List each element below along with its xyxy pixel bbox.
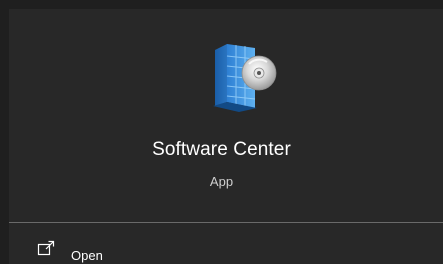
open-action[interactable]: Open [9, 237, 443, 264]
software-center-icon [213, 44, 277, 112]
open-label: Open [71, 248, 103, 263]
open-external-icon [37, 240, 55, 256]
app-name: Software Center [152, 139, 291, 160]
divider [9, 222, 443, 223]
window-top-edge [0, 0, 443, 9]
app-type-label: App [209, 174, 234, 189]
window-left-edge [0, 0, 9, 264]
app-details-panel: Software Center App Open [0, 0, 443, 264]
